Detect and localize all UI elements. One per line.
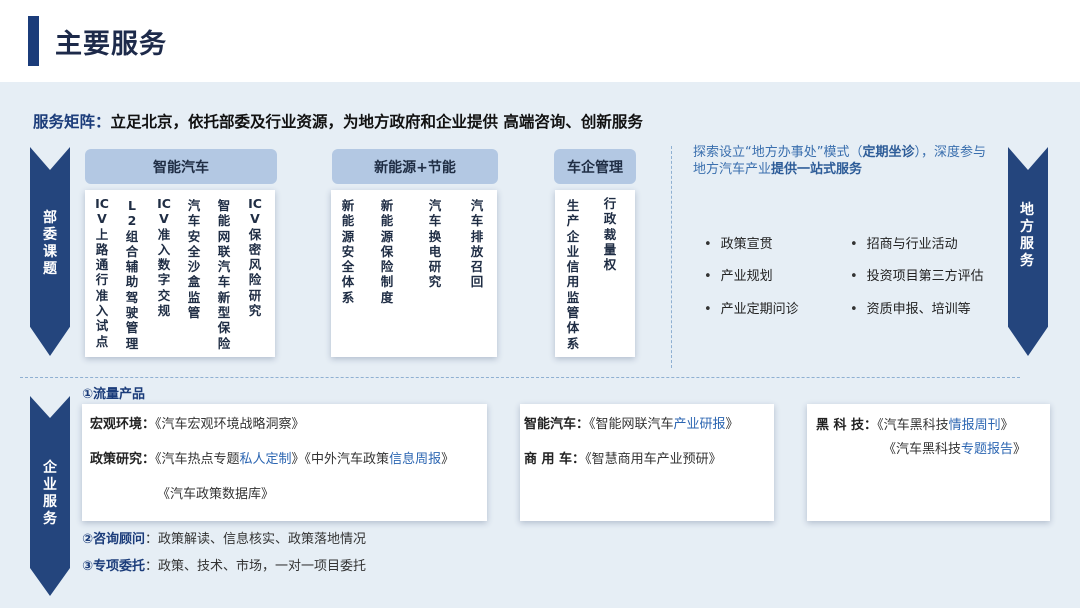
macro-environment-row: 宏观环境：《汽车宏观环境战略洞察》 bbox=[90, 417, 305, 432]
local-bullet-2: 产业规划 bbox=[704, 265, 773, 284]
local-bullet-4: 招商与行业活动 bbox=[850, 233, 958, 252]
local-services-chevron-label: 地方服务 bbox=[1020, 202, 1034, 269]
consulting-row: ②咨询顾问：政策解读、信息核实、政策落地情况 bbox=[82, 532, 367, 547]
page-title: 主要服务 bbox=[55, 29, 167, 60]
ministry-chevron-label: 部委课题 bbox=[43, 210, 57, 277]
smart-topic-2: L2组合辅助驾驶管理 bbox=[125, 198, 139, 351]
commercial-vehicle-row: 商 用 车：《智慧商用车产业预研》 bbox=[524, 452, 722, 467]
smart-topic-3: ICV准入数字交规 bbox=[157, 196, 171, 319]
smart-car-report-row: 智能汽车：《智能网联汽车产业研报》 bbox=[524, 417, 739, 432]
mgmt-topic-1: 生产企业信用监管体系 bbox=[566, 198, 580, 351]
smart-topic-4: 汽车安全沙盒监管 bbox=[187, 198, 201, 321]
nev-topic-3: 汽车换电研究 bbox=[428, 198, 442, 290]
local-bullet-6: 资质申报、培训等 bbox=[850, 298, 971, 317]
category-oem-management: 车企管理 bbox=[554, 149, 636, 184]
mgmt-topic-2: 行政裁量权 bbox=[603, 196, 617, 273]
smart-topic-5: 智能网联汽车新型保险 bbox=[217, 198, 231, 351]
local-bullet-5: 投资项目第三方评估 bbox=[850, 265, 984, 284]
policy-database-row: 《汽车政策数据库》 bbox=[157, 487, 275, 502]
title-accent-bar bbox=[28, 16, 39, 66]
smart-topic-1: ICV上路通行准入试点 bbox=[95, 196, 109, 349]
headline-lead: 服务矩阵： bbox=[33, 113, 111, 131]
special-commission-row: ③专项委托：政策、技术、市场，一对一项目委托 bbox=[82, 559, 367, 574]
headline-text: 立足北京，依托部委及行业资源，为地方政府和企业提供 高端咨询、创新服务 bbox=[110, 113, 643, 131]
policy-research-row: 政策研究：《汽车热点专题私人定制》《中外汽车政策信息周报》 bbox=[90, 452, 455, 467]
vertical-divider bbox=[671, 146, 672, 368]
service-matrix-headline: 服务矩阵：立足北京，依托部委及行业资源，为地方政府和企业提供 高端咨询、创新服务 bbox=[33, 110, 643, 132]
traffic-products-title: ①流量产品 bbox=[82, 387, 146, 402]
category-smart-car: 智能汽车 bbox=[85, 149, 277, 184]
nev-card: 新能源安全体系 新能源保险制度 汽车换电研究 汽车排放召回 bbox=[331, 190, 497, 357]
local-bullet-1: 政策宣贯 bbox=[704, 233, 773, 252]
category-nev: 新能源+节能 bbox=[332, 149, 498, 184]
smart-car-card: ICV上路通行准入试点 L2组合辅助驾驶管理 ICV准入数字交规 汽车安全沙盒监… bbox=[85, 190, 275, 357]
oem-management-card: 生产企业信用监管体系 行政裁量权 bbox=[555, 190, 635, 357]
nev-topic-1: 新能源安全体系 bbox=[341, 198, 355, 305]
black-tech-report-row: 《汽车黑科技专题报告》 bbox=[883, 442, 1027, 457]
nev-topic-2: 新能源保险制度 bbox=[380, 198, 394, 305]
black-tech-weekly-row: 黑 科 技：《汽车黑科技情报周刊》 bbox=[816, 418, 1014, 433]
local-bullet-3: 产业定期问诊 bbox=[704, 298, 799, 317]
local-services-description: 探索设立“地方办事处”模式（定期坐诊），深度参与地方汽车产业提供一站式服务 bbox=[693, 145, 987, 177]
enterprise-chevron-label: 企业服务 bbox=[43, 460, 57, 527]
horizontal-divider bbox=[20, 377, 1020, 378]
slide: 主要服务 服务矩阵：立足北京，依托部委及行业资源，为地方政府和企业提供 高端咨询… bbox=[0, 0, 1080, 608]
smart-topic-6: ICV保密风险研究 bbox=[248, 196, 262, 319]
nev-topic-4: 汽车排放召回 bbox=[470, 198, 484, 290]
